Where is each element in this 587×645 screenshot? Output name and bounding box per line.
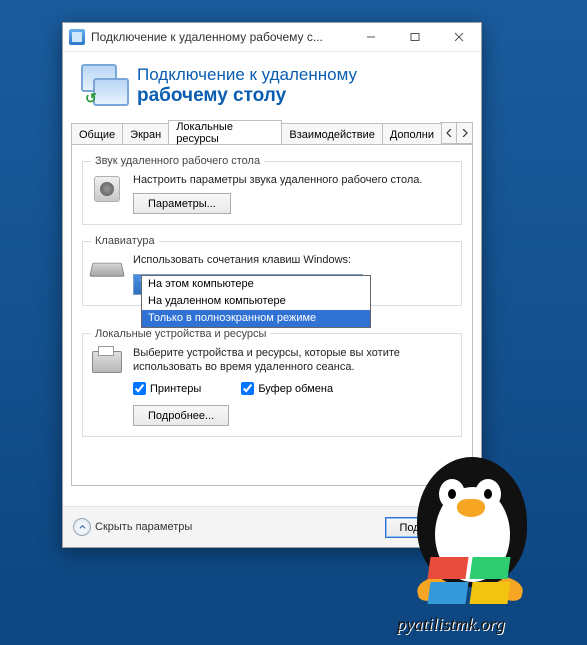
keyboard-dropdown[interactable]: На этом компьютере На удаленном компьюте… [141,275,371,328]
hide-options-label: Скрыть параметры [95,521,192,533]
minimize-button[interactable] [349,23,393,51]
app-icon [69,29,85,45]
printers-checkbox[interactable]: Принтеры [133,382,201,395]
watermark: pyatilistmk.org [377,457,567,637]
local-devices-group: Локальные устройства и ресурсы Выберите … [82,328,462,438]
tab-experience[interactable]: Взаимодействие [281,123,382,145]
local-legend: Локальные устройства и ресурсы [91,328,270,340]
audio-legend: Звук удаленного рабочего стола [91,155,264,167]
keyboard-desc: Использовать сочетания клавиш Windows: [133,253,453,267]
printer-icon [91,346,123,378]
tab-strip: Общие Экран Локальные ресурсы Взаимодейс… [63,120,481,144]
titlebar[interactable]: Подключение к удаленному рабочему с... [63,23,481,52]
watermark-text: pyatilistmk.org [397,614,505,635]
maximize-button[interactable] [393,23,437,51]
clipboard-label: Буфер обмена [258,383,333,395]
printers-input[interactable] [133,382,146,395]
tabs-scroll-right[interactable] [456,122,473,144]
audio-desc: Настроить параметры звука удаленного раб… [133,173,453,187]
keyboard-option-0[interactable]: На этом компьютере [142,276,370,293]
tab-local-resources[interactable]: Локальные ресурсы [168,120,282,144]
more-devices-button[interactable]: Подробнее... [133,405,229,426]
windows-logo-icon [429,557,515,607]
window-title: Подключение к удаленному рабочему с... [91,30,349,44]
local-desc: Выберите устройства и ресурсы, которые в… [133,346,453,375]
banner-line2: рабочему столу [137,85,357,107]
keyboard-option-1[interactable]: На удаленном компьютере [142,293,370,310]
close-button[interactable] [437,23,481,51]
rdp-icon: ↺ [81,64,125,108]
audio-settings-button[interactable]: Параметры... [133,193,231,214]
clipboard-input[interactable] [241,382,254,395]
chevron-up-icon [73,518,91,536]
keyboard-group: Клавиатура Использовать сочетания клавиш… [82,235,462,305]
tab-display[interactable]: Экран [122,123,169,145]
tabs-scroll-left[interactable] [440,122,457,144]
keyboard-legend: Клавиатура [91,235,159,247]
audio-group: Звук удаленного рабочего стола Настроить… [82,155,462,225]
keyboard-icon [91,253,123,285]
keyboard-option-2[interactable]: Только в полноэкранном режиме [142,310,370,327]
banner-line1: Подключение к удаленному [137,65,357,85]
tab-general[interactable]: Общие [71,123,123,145]
banner: ↺ Подключение к удаленному рабочему стол… [63,52,481,120]
speaker-icon [91,173,123,205]
hide-options-toggle[interactable]: Скрыть параметры [73,518,192,536]
tab-panel: Звук удаленного рабочего стола Настроить… [71,144,473,486]
printers-label: Принтеры [150,383,201,395]
tab-advanced[interactable]: Дополни [382,123,442,145]
clipboard-checkbox[interactable]: Буфер обмена [241,382,333,395]
